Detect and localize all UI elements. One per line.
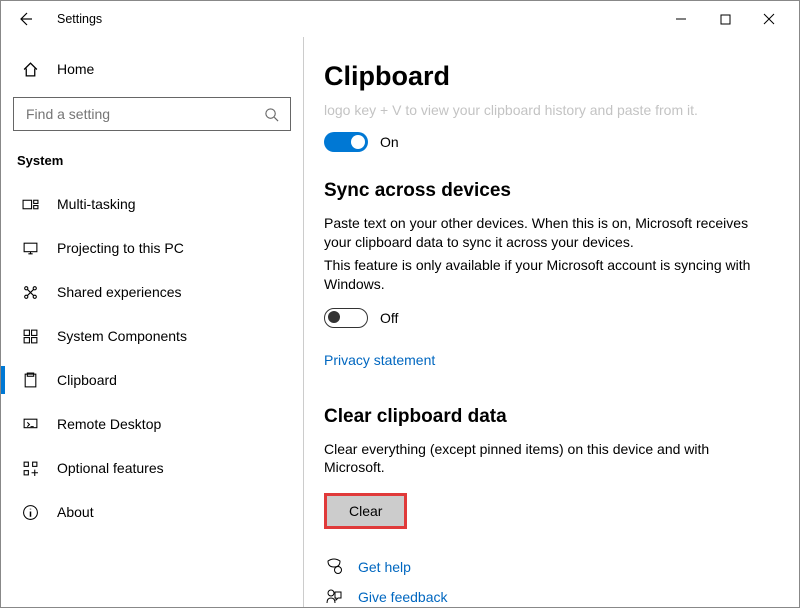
sync-desc-2: This feature is only available if your M… [324,256,771,294]
page-title: Clipboard [324,61,771,92]
truncated-description: logo key + V to view your clipboard hist… [324,102,771,118]
sync-heading: Sync across devices [324,180,771,202]
search-icon [262,105,280,123]
sidebar-item-label: Projecting to this PC [57,240,184,256]
optional-icon [21,459,39,477]
sync-state: Off [380,310,398,326]
sidebar-item-projecting[interactable]: Projecting to this PC [13,226,291,270]
clipboard-history-state: On [380,134,399,150]
about-icon [21,503,39,521]
search-input[interactable] [24,105,262,123]
sidebar-item-label: About [57,504,94,520]
sidebar-item-shared[interactable]: Shared experiences [13,270,291,314]
sidebar-item-label: System Components [57,328,187,344]
minimize-button[interactable] [659,3,703,35]
window-title: Settings [57,12,102,26]
close-button[interactable] [747,3,791,35]
sidebar-home-label: Home [57,61,94,77]
sidebar-item-remote[interactable]: Remote Desktop [13,402,291,446]
sidebar-item-label: Clipboard [57,372,117,388]
clear-button[interactable]: Clear [324,493,407,529]
remote-icon [21,415,39,433]
multitasking-icon [21,195,39,213]
sidebar-home[interactable]: Home [13,47,291,91]
sidebar-item-components[interactable]: System Components [13,314,291,358]
sync-desc-1: Paste text on your other devices. When t… [324,214,771,252]
sidebar-section: System [13,145,291,182]
sidebar-item-optional[interactable]: Optional features [13,446,291,490]
privacy-link[interactable]: Privacy statement [324,352,435,368]
sync-toggle[interactable] [324,308,368,328]
clipboard-history-toggle[interactable] [324,132,368,152]
home-icon [21,60,39,78]
sidebar: Home System Multi-tasking Projecting [1,37,303,607]
components-icon [21,327,39,345]
sidebar-item-multitasking[interactable]: Multi-tasking [13,182,291,226]
help-icon [324,557,344,577]
maximize-button[interactable] [703,3,747,35]
search-input-container[interactable] [13,97,291,131]
sidebar-item-about[interactable]: About [13,490,291,534]
sidebar-item-label: Optional features [57,460,164,476]
feedback-icon [324,587,344,607]
main-content: Clipboard logo key + V to view your clip… [303,37,799,607]
clear-heading: Clear clipboard data [324,406,771,428]
clear-desc: Clear everything (except pinned items) o… [324,440,771,478]
projecting-icon [21,239,39,257]
sidebar-item-clipboard[interactable]: Clipboard [13,358,291,402]
sidebar-item-label: Remote Desktop [57,416,161,432]
shared-icon [21,283,39,301]
sidebar-item-label: Multi-tasking [57,196,136,212]
clipboard-icon [21,371,39,389]
feedback-link[interactable]: Give feedback [358,589,448,605]
sidebar-item-label: Shared experiences [57,284,182,300]
get-help-link[interactable]: Get help [358,559,411,575]
back-button[interactable] [9,3,41,35]
